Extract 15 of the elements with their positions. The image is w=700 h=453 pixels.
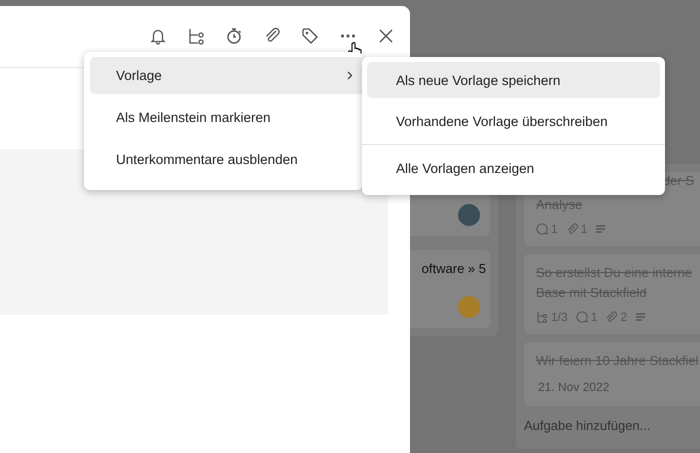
comment-icon (536, 223, 548, 235)
paperclip-icon (566, 223, 578, 235)
menu-item[interactable]: Vorhandene Vorlage überschreiben (367, 103, 660, 139)
subtasks-icon (536, 311, 548, 323)
lines-icon (635, 312, 646, 322)
paperclip-icon (605, 311, 618, 323)
task-card[interactable]: oftware » 5 (410, 250, 490, 328)
comment-icon (576, 311, 588, 323)
menu-item[interactable]: Als Meilenstein markieren (90, 99, 363, 136)
task-title: oftware » 5 (422, 260, 486, 278)
menu-item[interactable]: Vorlage (90, 57, 363, 94)
menu-item[interactable]: Als neue Vorlage speichern (367, 62, 660, 98)
menu-item[interactable]: Unterkommentare ausblenden (90, 141, 363, 178)
due-date: 21. Nov 2022 (537, 379, 610, 396)
lines-icon (595, 224, 606, 234)
